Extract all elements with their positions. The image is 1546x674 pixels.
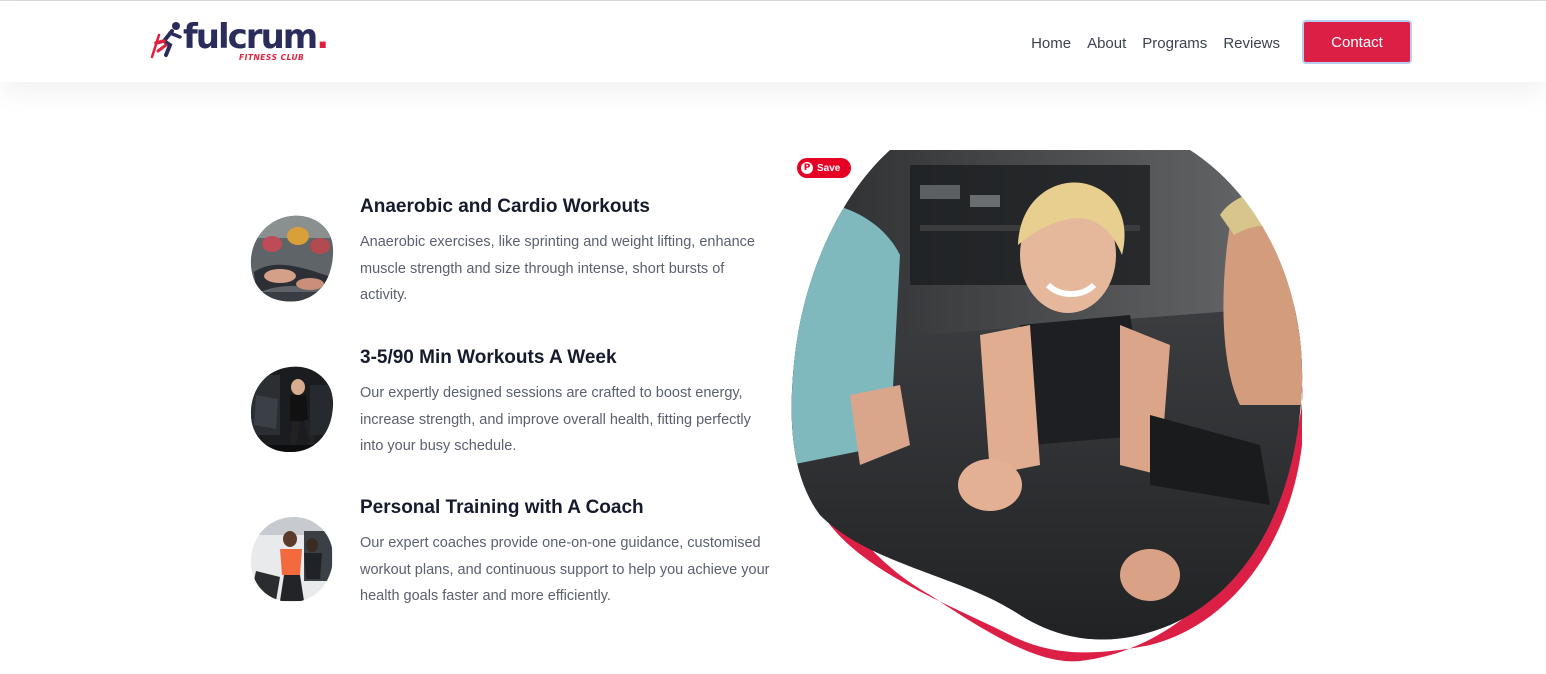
treadmill-workout-image xyxy=(250,366,334,453)
nav-about[interactable]: About xyxy=(1087,35,1126,53)
pinterest-icon: P xyxy=(801,162,813,174)
feature-item-coaching: Personal Training with A Coach Our exper… xyxy=(250,497,770,607)
brand-tagline: FITNESS CLUB xyxy=(239,53,305,62)
feature-description: Our expert coaches provide one-on-one gu… xyxy=(360,535,770,604)
feature-title: 3-5/90 Min Workouts A Week xyxy=(360,347,617,368)
save-label: Save xyxy=(817,162,841,174)
pinterest-save-button[interactable]: P Save xyxy=(797,158,851,178)
personal-training-image xyxy=(250,517,334,603)
nav-programs[interactable]: Programs xyxy=(1142,35,1207,53)
feature-title: Personal Training with A Coach xyxy=(360,497,644,518)
hero-fitness-photo xyxy=(791,150,1303,662)
nav-reviews[interactable]: Reviews xyxy=(1223,35,1280,53)
feature-item-cardio: Anaerobic and Cardio Workouts Anaerobic … xyxy=(250,196,770,306)
main-nav: Home About Programs Reviews xyxy=(1031,35,1280,53)
feature-description: Our expertly designed sessions are craft… xyxy=(360,385,751,454)
runner-icon xyxy=(150,22,182,59)
feature-title: Anaerobic and Cardio Workouts xyxy=(360,196,650,217)
brand-logo[interactable]: fulcrum. FITNESS CLUB xyxy=(150,17,330,65)
feature-description: Anaerobic exercises, like sprinting and … xyxy=(360,234,755,303)
feature-item-schedule: 3-5/90 Min Workouts A Week Our expertly … xyxy=(250,347,770,457)
site-header: fulcrum. FITNESS CLUB Home About Program… xyxy=(0,1,1546,82)
nav-home[interactable]: Home xyxy=(1031,35,1071,53)
cardio-workout-image xyxy=(250,215,334,302)
brand-wordmark: fulcrum. xyxy=(183,17,329,57)
contact-button[interactable]: Contact xyxy=(1302,20,1412,64)
